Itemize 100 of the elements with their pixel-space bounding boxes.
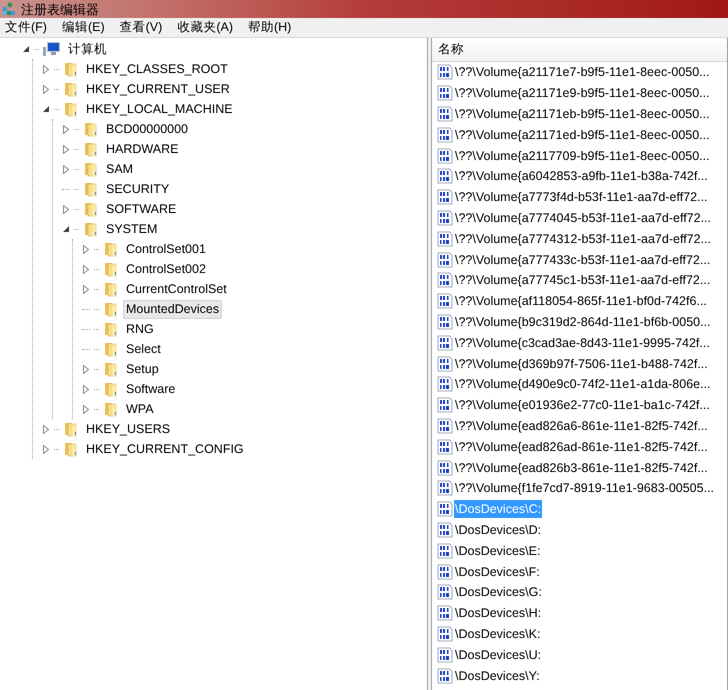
tree-item[interactable]: SYSTEM — [103, 220, 160, 238]
tree-item[interactable]: 计算机 — [65, 40, 110, 58]
binary-value-icon — [437, 210, 453, 226]
value-name[interactable]: \??\Volume{a7773f4d-b53f-11e1-aa7d-eff72... — [454, 188, 709, 206]
folder-icon — [83, 161, 99, 177]
collapsed-triangle-icon[interactable] — [62, 144, 70, 154]
folder-icon — [63, 61, 79, 77]
value-name[interactable]: \??\Volume{a21171e7-b9f5-11e1-8eec-0050... — [454, 63, 711, 82]
binary-value-icon — [437, 272, 453, 288]
binary-value-icon — [437, 252, 453, 268]
binary-value-icon — [437, 376, 453, 392]
value-name[interactable]: \DosDevices\H: — [454, 604, 542, 622]
menu-item[interactable]: 帮助(H) — [244, 18, 296, 37]
folder-icon — [103, 401, 119, 417]
column-header[interactable]: 名称 — [432, 38, 727, 61]
value-name[interactable]: \??\Volume{a21171ed-b9f5-11e1-8eec-0050... — [454, 126, 711, 144]
expanded-triangle-icon[interactable] — [22, 45, 30, 53]
tree-item[interactable]: HKEY_CURRENT_CONFIG — [83, 440, 247, 458]
expanded-triangle-icon[interactable] — [62, 225, 70, 233]
value-name[interactable]: \??\Volume{ead826a6-861e-11e1-82f5-742f... — [454, 416, 709, 435]
menu-item[interactable]: 收藏夹(A) — [173, 18, 237, 37]
collapsed-triangle-icon[interactable] — [42, 84, 50, 94]
folder-icon — [83, 141, 99, 157]
collapsed-triangle-icon[interactable] — [62, 204, 70, 214]
binary-value-icon — [437, 605, 453, 622]
value-name[interactable]: \??\Volume{a7774045-b53f-11e1-aa7d-eff72... — [454, 208, 712, 227]
value-name[interactable]: \??\Volume{ead826b3-861e-11e1-82f5-742f... — [454, 458, 709, 477]
value-name[interactable]: \??\Volume{af118054-865f-11e1-bf0d-742f6... — [454, 292, 708, 310]
collapsed-triangle-icon[interactable] — [82, 284, 90, 294]
folder-icon — [83, 121, 99, 137]
binary-value-icon — [437, 85, 453, 102]
tree-item[interactable]: ControlSet002 — [123, 260, 209, 278]
value-name[interactable]: \??\Volume{a21171eb-b9f5-11e1-8eec-0050... — [454, 104, 711, 123]
value-name[interactable]: \??\Volume{e01936e2-77c0-11e1-ba1c-742f... — [454, 396, 711, 414]
value-name[interactable]: \??\Volume{d369b97f-7506-11e1-b488-742f... — [454, 354, 709, 373]
value-name[interactable]: \??\Volume{ead826ad-861e-11e1-82f5-742f... — [454, 438, 709, 456]
binary-value-icon — [437, 397, 453, 414]
binary-value-icon — [437, 584, 453, 600]
value-name[interactable]: \??\Volume{a777433c-b53f-11e1-aa7d-eff72... — [454, 250, 712, 269]
value-name[interactable]: \??\Volume{f1fe7cd7-8919-11e1-9683-00505... — [454, 479, 715, 498]
binary-value-icon — [437, 126, 453, 143]
binary-value-icon — [437, 418, 453, 434]
collapsed-triangle-icon[interactable] — [42, 424, 50, 434]
binary-value-icon — [437, 564, 453, 580]
value-name[interactable]: \??\Volume{a77745c1-b53f-11e1-aa7d-eff72... — [454, 271, 712, 290]
tree-item[interactable]: HKEY_USERS — [83, 420, 174, 438]
collapsed-triangle-icon[interactable] — [42, 64, 50, 74]
tree-item[interactable]: HKEY_CURRENT_USER — [83, 80, 233, 98]
folder-icon — [103, 341, 119, 357]
tree-item[interactable]: BCD00000000 — [103, 120, 192, 138]
value-name[interactable]: \??\Volume{c3cad3ae-8d43-11e1-9995-742f... — [454, 334, 711, 352]
tree-item[interactable]: Select — [123, 340, 164, 358]
collapsed-triangle-icon[interactable] — [82, 364, 90, 374]
tree-item[interactable]: Setup — [123, 360, 162, 378]
binary-value-icon — [437, 542, 453, 559]
collapsed-triangle-icon[interactable] — [82, 404, 90, 414]
folder-icon — [103, 261, 119, 277]
collapsed-triangle-icon[interactable] — [82, 264, 90, 274]
value-name[interactable]: \DosDevices\K: — [454, 624, 542, 643]
value-name[interactable]: \DosDevices\G: — [454, 583, 543, 602]
menu-item[interactable]: 查看(V) — [116, 18, 166, 37]
value-name[interactable]: \DosDevices\Y: — [454, 666, 541, 684]
tree-item[interactable]: SAM — [103, 160, 136, 178]
tree-item[interactable]: Software — [123, 380, 178, 398]
registry-editor-icon — [2, 2, 16, 16]
collapsed-triangle-icon[interactable] — [82, 244, 90, 254]
tree-item[interactable]: RNG — [123, 320, 157, 338]
expanded-triangle-icon[interactable] — [42, 105, 50, 113]
tree-item[interactable]: HARDWARE — [103, 140, 182, 158]
tree-item[interactable]: SECURITY — [103, 180, 172, 198]
value-name[interactable]: \??\Volume{a7774312-b53f-11e1-aa7d-eff72... — [454, 230, 712, 248]
value-name[interactable]: \??\Volume{a6042853-a9fb-11e1-b38a-742f... — [454, 167, 709, 186]
folder-icon — [83, 181, 99, 197]
collapsed-triangle-icon[interactable] — [82, 384, 90, 394]
value-name[interactable]: \??\Volume{a21171e9-b9f5-11e1-8eec-0050... — [454, 84, 711, 102]
value-name[interactable]: \DosDevices\D: — [454, 520, 542, 539]
value-name[interactable]: \??\Volume{d490e9c0-74f2-11e1-a1da-806e... — [454, 375, 712, 394]
value-name[interactable]: \??\Volume{a2117709-b9f5-11e1-8eec-0050... — [454, 146, 711, 165]
collapsed-triangle-icon[interactable] — [62, 124, 70, 134]
collapsed-triangle-icon[interactable] — [42, 444, 50, 454]
binary-value-icon — [437, 314, 453, 330]
tree-item[interactable]: WPA — [123, 400, 157, 418]
value-name[interactable]: \DosDevices\U: — [454, 646, 542, 664]
value-name[interactable]: \??\Volume{b9c319d2-864d-11e1-bf6b-0050... — [454, 312, 712, 331]
folder-icon — [103, 361, 119, 377]
binary-value-icon — [437, 668, 453, 684]
tree-item[interactable]: MountedDevices — [123, 300, 222, 318]
menu-item[interactable]: 编辑(E) — [58, 18, 109, 37]
tree-item[interactable]: ControlSet001 — [123, 240, 209, 258]
collapsed-triangle-icon[interactable] — [62, 164, 70, 174]
binary-value-icon — [437, 334, 453, 351]
window-title: 注册表编辑器 — [21, 2, 99, 16]
binary-value-icon — [437, 522, 453, 538]
menu-item[interactable]: 文件(F) — [1, 18, 51, 37]
tree-item[interactable]: CurrentControlSet — [123, 280, 230, 298]
tree-item[interactable]: HKEY_CLASSES_ROOT — [83, 60, 231, 78]
value-name[interactable]: \DosDevices\F: — [454, 562, 541, 581]
value-name[interactable]: \DosDevices\E: — [454, 542, 542, 560]
tree-item[interactable]: SOFTWARE — [103, 200, 180, 218]
tree-item[interactable]: HKEY_LOCAL_MACHINE — [83, 100, 236, 118]
